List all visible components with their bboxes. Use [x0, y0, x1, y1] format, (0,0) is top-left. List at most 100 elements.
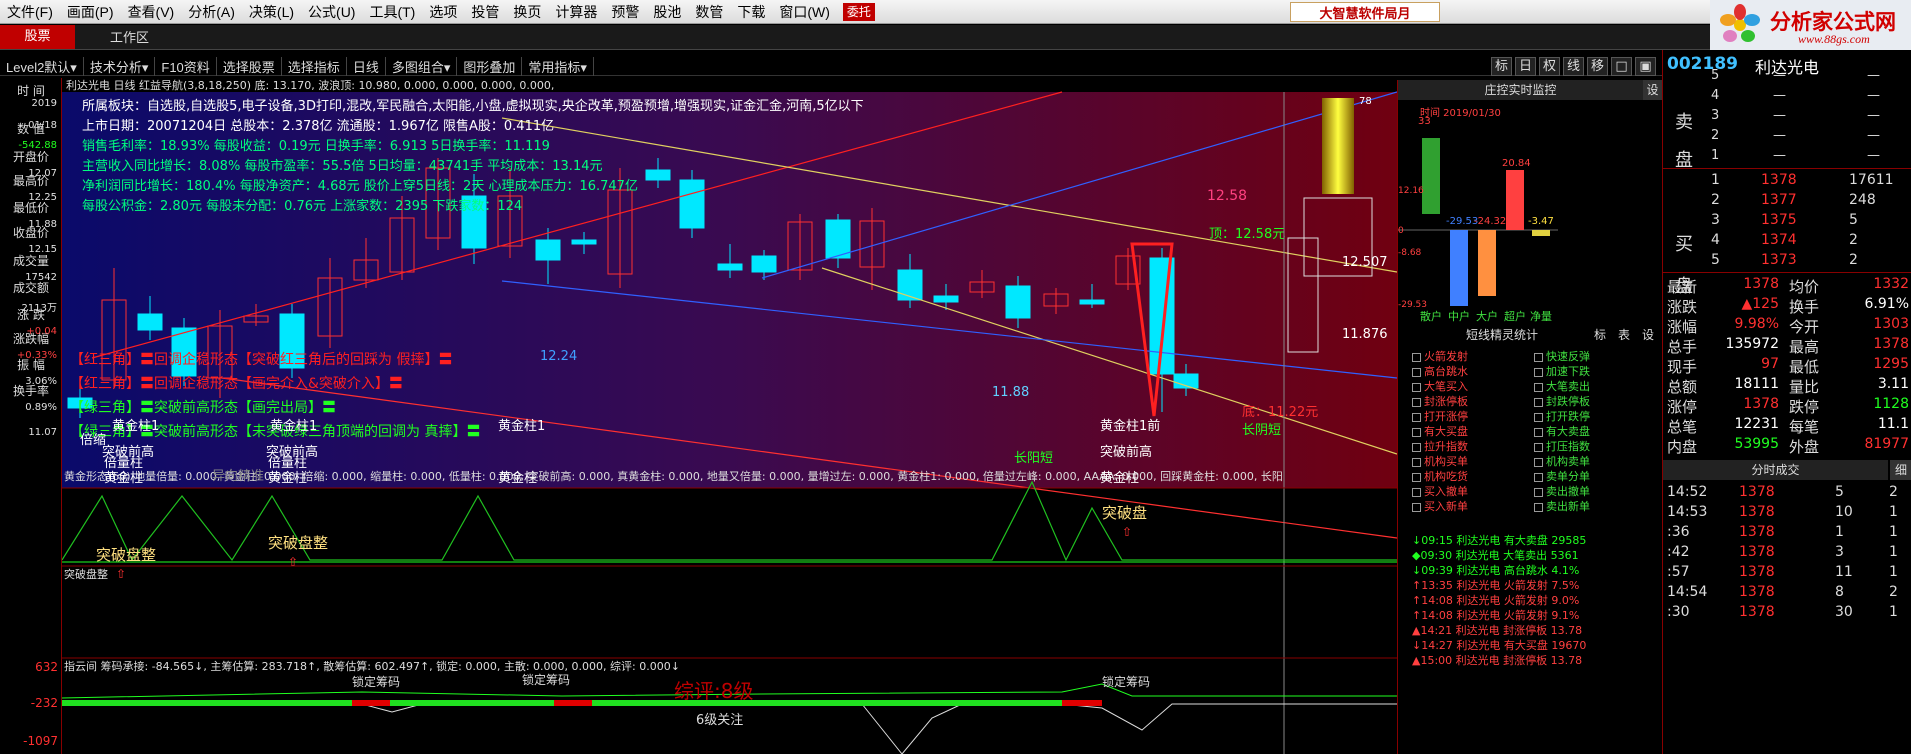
event-row-8[interactable]: ▲15:00 利达光电 封涨停板 13.78 — [1412, 652, 1582, 668]
checkbox-icon[interactable] — [1534, 442, 1543, 452]
checkbox-icon[interactable] — [1534, 487, 1543, 497]
toolbar-right-btn-4[interactable]: 移 — [1587, 57, 1608, 76]
menu-item-15[interactable]: 窗口(W) — [772, 1, 837, 23]
menu-item-4[interactable]: 决策(L) — [242, 1, 301, 23]
stats-right-6[interactable]: 打压指数 — [1534, 438, 1590, 454]
toolbar-item-0[interactable]: Level2默认▾ — [0, 56, 84, 76]
toolbar-item-5[interactable]: 日线 — [347, 56, 386, 76]
stats-left-2[interactable]: 大笔买入 — [1412, 378, 1468, 394]
checkbox-icon[interactable] — [1412, 442, 1421, 452]
checkbox-icon[interactable] — [1412, 502, 1421, 512]
up-arrow-icon: ⇧ — [1122, 525, 1132, 539]
checkbox-icon[interactable] — [1534, 397, 1543, 407]
event-row-1[interactable]: ◆09:30 利达光电 大笔卖出 5361 — [1412, 547, 1579, 563]
menu-item-13[interactable]: 数管 — [688, 1, 730, 23]
menu-item-9[interactable]: 换页 — [506, 1, 548, 23]
toolbar-right-btn-5[interactable]: □ — [1611, 57, 1632, 76]
event-row-4[interactable]: ↑14:08 利达光电 火箭发射 9.0% — [1412, 592, 1579, 608]
stats-left-8[interactable]: 机构吃货 — [1412, 468, 1468, 484]
checkbox-icon[interactable] — [1412, 427, 1421, 437]
event-row-2[interactable]: ↓09:39 利达光电 高台跳水 4.1% — [1412, 562, 1579, 578]
candle-19 — [751, 255, 777, 273]
checkbox-icon[interactable] — [1534, 472, 1543, 482]
price-label-low: 底：11.22元 — [1242, 404, 1318, 420]
menu-item-1[interactable]: 画面(P) — [60, 1, 121, 23]
menu-badge-trade[interactable]: 委托 — [842, 2, 875, 21]
stats-right-5[interactable]: 有大卖盘 — [1534, 423, 1590, 439]
toolbar-right-btn-0[interactable]: 标 — [1491, 57, 1512, 76]
toolbar-item-3[interactable]: 选择股票 — [217, 56, 282, 76]
stats-right-0[interactable]: 快速反弹 — [1534, 348, 1590, 364]
stats-right-8[interactable]: 卖单分单 — [1534, 468, 1590, 484]
stats-left-5[interactable]: 有大买盘 — [1412, 423, 1468, 439]
checkbox-icon[interactable] — [1412, 382, 1421, 392]
stats-btn-1[interactable]: 表 — [1618, 326, 1630, 343]
menu-item-12[interactable]: 股池 — [646, 1, 688, 23]
toolbar-item-4[interactable]: 选择指标 — [282, 56, 347, 76]
info-line-1: 上市日期：20071204日 总股本：2.378亿 流通股：1.967亿 限售A… — [82, 118, 554, 134]
stats-right-7[interactable]: 机构卖单 — [1534, 453, 1590, 469]
stats-left-3[interactable]: 封涨停板 — [1412, 393, 1468, 409]
menu-item-11[interactable]: 预警 — [604, 1, 646, 23]
checkbox-icon[interactable] — [1412, 412, 1421, 422]
stats-right-3[interactable]: 封跌停板 — [1534, 393, 1590, 409]
toolbar-right-btn-3[interactable]: 线 — [1563, 57, 1584, 76]
menu-item-0[interactable]: 文件(F) — [0, 1, 60, 23]
buy-v-2: 5 — [1849, 212, 1858, 228]
toolbar-item-7[interactable]: 图形叠加 — [457, 56, 523, 76]
event-row-5[interactable]: ↑14:08 利达光电 火箭发射 9.1% — [1412, 607, 1579, 623]
checkbox-icon[interactable] — [1534, 412, 1543, 422]
event-row-7[interactable]: ↓14:27 利达光电 有大买盘 19670 — [1412, 637, 1586, 653]
toolbar-item-6[interactable]: 多图组合▾ — [386, 56, 458, 76]
checkbox-icon[interactable] — [1412, 487, 1421, 497]
checkbox-icon[interactable] — [1534, 352, 1543, 362]
event-row-6[interactable]: ▲14:21 利达光电 封涨停板 13.78 — [1412, 622, 1582, 638]
stats-btn-2[interactable]: 设 — [1642, 326, 1654, 343]
menu-item-3[interactable]: 分析(A) — [181, 1, 242, 23]
checkbox-icon[interactable] — [1412, 472, 1421, 482]
toolbar-item-1[interactable]: 技术分析▾ — [84, 56, 156, 76]
tab-workspace[interactable]: 工作区 — [110, 27, 149, 46]
stats-left-10[interactable]: 买入新单 — [1412, 498, 1468, 514]
menu-item-2[interactable]: 查看(V) — [121, 1, 182, 23]
ticks-title[interactable]: 分时成交 — [1663, 460, 1888, 480]
stats-right-2[interactable]: 大笔卖出 — [1534, 378, 1590, 394]
menu-item-10[interactable]: 计算器 — [548, 1, 604, 23]
checkbox-icon[interactable] — [1534, 427, 1543, 437]
monitor-settings-button[interactable]: 设 — [1643, 80, 1662, 100]
checkbox-icon[interactable] — [1412, 457, 1421, 467]
stats-left-4[interactable]: 打开涨停 — [1412, 408, 1468, 424]
kline-chart[interactable]: 利达光电 日线 红益导航(3,8,18,250) 底: 13.170, 波浪顶:… — [62, 78, 1397, 754]
checkbox-icon[interactable] — [1412, 352, 1421, 362]
stats-right-4[interactable]: 打开跌停 — [1534, 408, 1590, 424]
event-row-0[interactable]: ↓09:15 利达光电 有大卖盘 29585 — [1412, 532, 1586, 548]
checkbox-icon[interactable] — [1534, 502, 1543, 512]
stats-left-7[interactable]: 机构买单 — [1412, 453, 1468, 469]
stats-left-0[interactable]: 火箭发射 — [1412, 348, 1468, 364]
stats-left-1[interactable]: 高台跳水 — [1412, 363, 1468, 379]
toolbar-right-btn-6[interactable]: ▣ — [1635, 57, 1656, 76]
stats-right-9[interactable]: 卖出撤单 — [1534, 483, 1590, 499]
menu-item-7[interactable]: 选项 — [422, 1, 464, 23]
toolbar-right-btn-1[interactable]: 日 — [1515, 57, 1536, 76]
stats-right-1[interactable]: 加速下跌 — [1534, 363, 1590, 379]
menu-item-5[interactable]: 公式(U) — [301, 1, 362, 23]
toolbar-right-btn-2[interactable]: 权 — [1539, 57, 1560, 76]
checkbox-icon[interactable] — [1412, 367, 1421, 377]
ticks-detail-button[interactable]: 细 — [1890, 460, 1911, 480]
event-row-3[interactable]: ↑13:35 利达光电 火箭发射 7.5% — [1412, 577, 1579, 593]
menu-item-6[interactable]: 工具(T) — [362, 1, 422, 23]
checkbox-icon[interactable] — [1412, 397, 1421, 407]
stats-left-6[interactable]: 拉升指数 — [1412, 438, 1468, 454]
stats-btn-0[interactable]: 标 — [1594, 326, 1606, 343]
stats-right-10[interactable]: 卖出新单 — [1534, 498, 1590, 514]
toolbar-item-2[interactable]: F10资料 — [155, 56, 217, 76]
checkbox-icon[interactable] — [1534, 382, 1543, 392]
menu-item-14[interactable]: 下载 — [730, 1, 772, 23]
stats-left-9[interactable]: 买入撤单 — [1412, 483, 1468, 499]
toolbar-item-8[interactable]: 常用指标▾ — [522, 56, 594, 76]
tab-stock[interactable]: 股票 — [0, 25, 75, 49]
checkbox-icon[interactable] — [1534, 367, 1543, 377]
menu-item-8[interactable]: 投管 — [464, 1, 506, 23]
checkbox-icon[interactable] — [1534, 457, 1543, 467]
